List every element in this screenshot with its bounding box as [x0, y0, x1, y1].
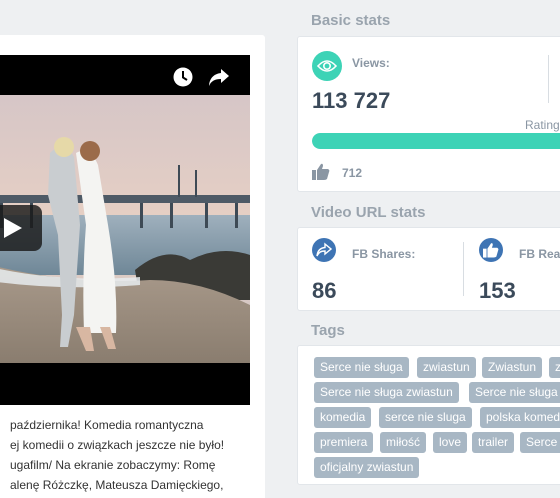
tag[interactable]: miłość: [380, 432, 427, 453]
views-value: 113 727: [312, 88, 391, 113]
fb-reactions-value: 153: [479, 278, 516, 303]
tags-title: Tags: [311, 322, 345, 339]
share-arrow-icon[interactable]: [208, 67, 230, 87]
tag[interactable]: trailer: [472, 432, 515, 453]
likes-count: 712: [342, 166, 363, 180]
fb-shares-label: FB Shares:: [352, 247, 416, 261]
share-icon: [312, 238, 336, 262]
tag[interactable]: z: [549, 357, 560, 378]
rating-bar-fill: [312, 133, 560, 149]
tag[interactable]: polska komedi: [480, 407, 560, 428]
video-description: października! Komedia romantyczna ej kom…: [10, 415, 260, 495]
thumbs-up-icon: [479, 238, 503, 262]
video-top-bar: [0, 55, 250, 95]
tag[interactable]: premiera: [314, 432, 374, 453]
play-button[interactable]: [0, 205, 42, 251]
video-player[interactable]: [0, 55, 250, 405]
tag[interactable]: Serce nie sługa zwiastun: [314, 382, 459, 403]
video-title-fragment: [0, 69, 2, 83]
fb-reactions-label: FB Rea: [519, 247, 560, 261]
views-label: Views:: [352, 56, 390, 70]
play-icon: [4, 218, 22, 238]
description-line: października! Komedia romantyczna: [10, 418, 204, 432]
basic-stats-card: Views: 113 727 Rating 712: [297, 36, 560, 192]
fb-shares-value: 86: [312, 278, 337, 303]
divider: [463, 242, 464, 296]
tag[interactable]: serce nie sluga: [379, 407, 472, 428]
rating-label: Rating: [525, 118, 560, 132]
tag[interactable]: Serce nie sługa: [314, 357, 409, 378]
tag[interactable]: love: [433, 432, 468, 453]
thumbs-up-icon: [312, 163, 330, 180]
tag[interactable]: Serce: [520, 432, 560, 453]
eye-icon: [312, 51, 342, 81]
tag[interactable]: oficjalny zwiastun: [314, 457, 420, 478]
description-line: ej komedii o związkach jeszcze nie było!: [10, 438, 225, 452]
description-line: alenę Różczkę, Mateusza Damięckiego,: [10, 478, 224, 492]
video-bottom-bar: [0, 363, 250, 405]
tag[interactable]: Serce nie sługa: [469, 382, 560, 403]
description-line: ugafilm/ Na ekranie zobaczymy: Romę: [10, 458, 216, 472]
tag[interactable]: zwiastun: [417, 357, 476, 378]
url-stats-title: Video URL stats: [311, 204, 426, 221]
url-stats-card: FB Shares: 86 FB Rea 153: [297, 227, 560, 311]
rating-bar: [312, 133, 560, 149]
tag[interactable]: komedia: [314, 407, 372, 428]
divider: [548, 55, 549, 103]
clock-icon[interactable]: [173, 67, 193, 87]
basic-stats-title: Basic stats: [311, 12, 391, 29]
tag[interactable]: Zwiastun: [482, 357, 543, 378]
